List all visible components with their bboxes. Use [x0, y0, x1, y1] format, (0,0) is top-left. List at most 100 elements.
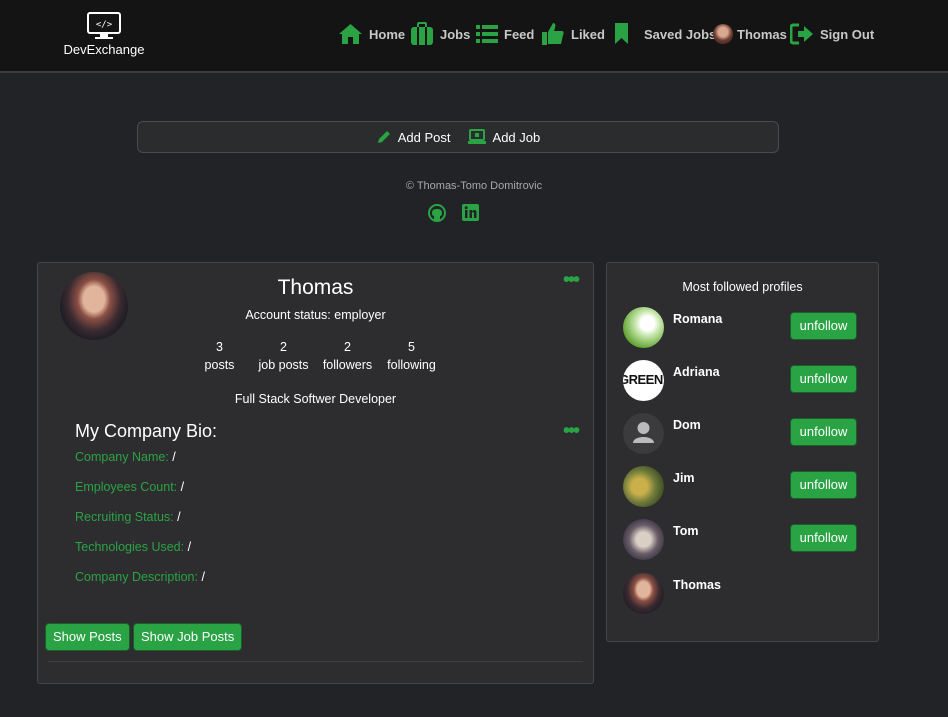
- nav-saved-jobs[interactable]: Saved Jobs: [612, 22, 716, 46]
- nav-user-avatar: [713, 24, 733, 44]
- followed-profile: Thomas: [623, 573, 863, 615]
- bio-company-description: Company Description: /: [75, 570, 205, 584]
- followed-profile: Dom unfollow: [623, 413, 863, 455]
- most-followed-title: Most followed profiles: [682, 280, 803, 294]
- profile-name[interactable]: Thomas: [673, 578, 721, 592]
- profile-name[interactable]: Dom: [673, 418, 701, 432]
- unfollow-button[interactable]: unfollow: [790, 365, 857, 393]
- default-user-icon: [633, 422, 654, 443]
- avatar[interactable]: [623, 413, 664, 454]
- unfollow-button[interactable]: unfollow: [790, 312, 857, 340]
- avatar[interactable]: GREEN: [623, 360, 664, 401]
- nav-user-label: Thomas: [737, 26, 787, 42]
- pencil-icon: [377, 131, 390, 143]
- profile-name[interactable]: Jim: [673, 471, 695, 485]
- add-job-label: Add Job: [492, 129, 541, 145]
- profile-title: Full Stack Softwer Developer: [234, 392, 397, 406]
- social-links: [428, 204, 479, 222]
- home-icon: [339, 24, 362, 44]
- most-followed-panel: Most followed profiles Romana unfollow G…: [606, 262, 879, 642]
- stat-following[interactable]: 5 following: [380, 338, 444, 374]
- nav-user[interactable]: Thomas: [713, 22, 787, 46]
- stat-value: 5: [408, 340, 415, 354]
- bio-value: /: [184, 540, 192, 554]
- add-actions-bar: Add Post Add Job: [137, 121, 779, 153]
- copyright-text: © Thomas-Tomo Domitrovic: [405, 180, 543, 192]
- followed-profile: GREEN Adriana unfollow: [623, 360, 863, 402]
- stat-followers[interactable]: 2 followers: [316, 338, 380, 374]
- bio-value: /: [173, 510, 181, 524]
- avatar[interactable]: [623, 519, 664, 560]
- add-job-button[interactable]: Add Job: [467, 129, 541, 145]
- stat-value: 3: [216, 340, 223, 354]
- bio-heading: My Company Bio:: [75, 421, 218, 441]
- unfollow-button[interactable]: unfollow: [790, 524, 857, 552]
- nav-jobs-label: Jobs: [440, 26, 471, 42]
- unfollow-button[interactable]: unfollow: [790, 471, 857, 499]
- followed-profile: Romana unfollow: [623, 307, 863, 349]
- nav-feed[interactable]: Feed: [476, 22, 534, 46]
- bio-key: Recruiting Status:: [75, 510, 174, 524]
- linkedin-icon[interactable]: [462, 204, 479, 221]
- bio-technologies-used: Technologies Used: /: [75, 540, 191, 554]
- followed-profile: Jim unfollow: [623, 466, 863, 508]
- bio-key: Company Name:: [75, 450, 169, 464]
- laptop-icon: [467, 129, 486, 144]
- profile-stats: 3 posts 2 job posts 2 followers 5 following: [38, 338, 593, 374]
- bio-value: /: [177, 480, 185, 494]
- github-icon[interactable]: [428, 204, 446, 222]
- list-icon: [476, 25, 498, 43]
- profile-name[interactable]: Adriana: [673, 365, 720, 379]
- profile-name[interactable]: Romana: [673, 312, 722, 326]
- show-posts-button[interactable]: Show Posts: [45, 623, 130, 651]
- followed-profile: Tom unfollow: [623, 519, 863, 561]
- show-job-posts-button[interactable]: Show Job Posts: [133, 623, 243, 651]
- briefcase-icon: [411, 22, 433, 45]
- thumbs-up-icon: [542, 23, 564, 45]
- navbar: </> DevExchange Home Jobs Feed Liked Sav…: [0, 0, 948, 73]
- nav-home-label: Home: [369, 26, 406, 42]
- sign-out-icon: [790, 23, 813, 45]
- bio-recruiting-status: Recruiting Status: /: [75, 510, 181, 524]
- brand-logo[interactable]: </> DevExchange: [62, 12, 146, 57]
- divider: [48, 661, 583, 662]
- stat-label: job posts: [258, 358, 309, 372]
- stat-label: posts: [204, 358, 235, 372]
- avatar-logo-text: GREEN: [623, 372, 663, 387]
- nav-jobs[interactable]: Jobs: [410, 22, 470, 46]
- bio-key: Technologies Used:: [75, 540, 185, 554]
- nav-sign-out[interactable]: Sign Out: [790, 22, 874, 46]
- avatar[interactable]: [623, 307, 664, 348]
- unfollow-button[interactable]: unfollow: [790, 418, 857, 446]
- stat-value: 2: [344, 340, 351, 354]
- avatar[interactable]: [623, 466, 664, 507]
- profile-card: ••• Thomas Account status: employer 3 pos…: [37, 262, 594, 684]
- bio-options-icon[interactable]: •••: [563, 421, 580, 441]
- nav-feed-label: Feed: [504, 26, 535, 42]
- profile-name[interactable]: Tom: [673, 524, 698, 538]
- bio-employees-count: Employees Count: /: [75, 480, 184, 494]
- add-post-label: Add Post: [397, 129, 451, 145]
- stat-label: followers: [322, 358, 373, 372]
- bio-key: Company Description:: [75, 570, 198, 584]
- bookmark-icon: [615, 23, 628, 44]
- nav-sign-out-label: Sign Out: [820, 26, 875, 42]
- bio-company-name: Company Name: /: [75, 450, 176, 464]
- profile-name: Thomas: [277, 276, 354, 299]
- brand-name: DevExchange: [63, 42, 145, 57]
- stat-value: 2: [280, 340, 287, 354]
- bio-key: Employees Count:: [75, 480, 178, 494]
- monitor-code-icon: </>: [87, 12, 121, 39]
- logo-code-text: </>: [96, 20, 113, 30]
- bio-value: /: [197, 570, 205, 584]
- stat-posts[interactable]: 3 posts: [188, 338, 252, 374]
- nav-home[interactable]: Home: [338, 22, 405, 46]
- stat-label: following: [387, 358, 436, 372]
- nav-liked-label: Liked: [571, 26, 605, 42]
- bio-value: /: [168, 450, 176, 464]
- add-post-button[interactable]: Add Post: [376, 129, 451, 145]
- nav-liked[interactable]: Liked: [541, 22, 605, 46]
- account-status: Account status: employer: [245, 308, 386, 322]
- avatar[interactable]: [623, 573, 664, 614]
- stat-job-posts[interactable]: 2 job posts: [252, 338, 316, 374]
